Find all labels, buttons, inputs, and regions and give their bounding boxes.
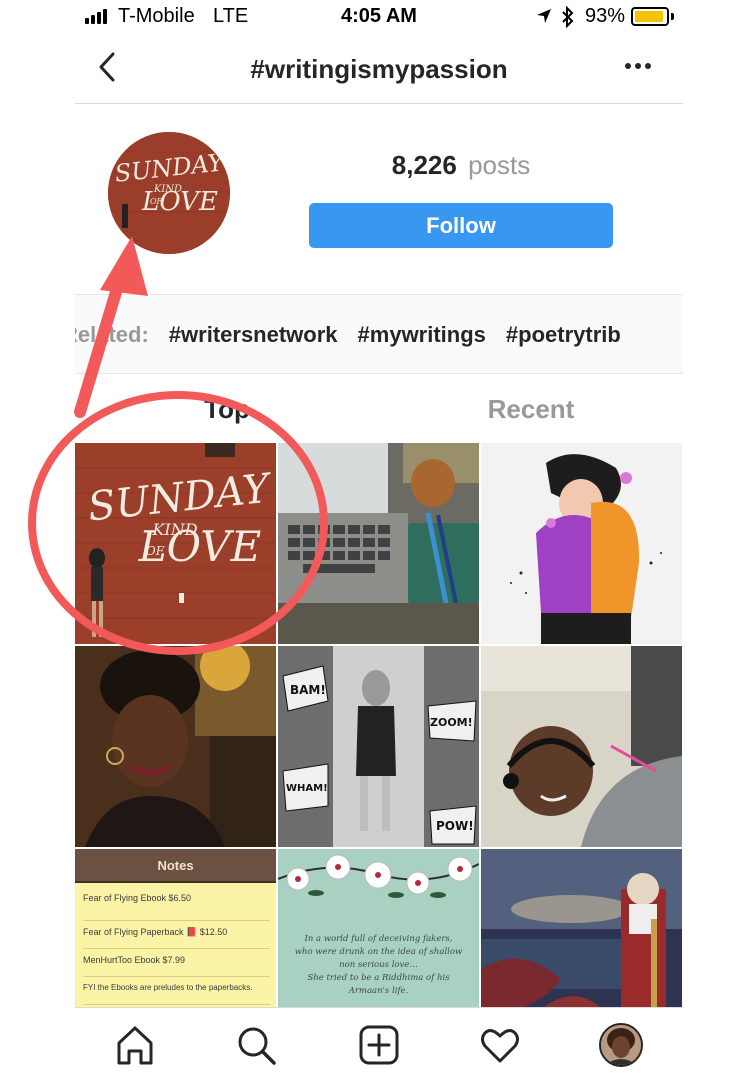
more-options-button[interactable] (623, 56, 653, 76)
related-label: Related: (75, 322, 149, 347)
quote-line-4: She tried to be a Riddhima of his (307, 973, 450, 983)
tab-recent[interactable]: Recent (379, 394, 683, 425)
hashtag-avatar: SUNDAY KIND OF LOVE (108, 132, 230, 254)
add-post-icon[interactable] (357, 1023, 401, 1067)
related-tag-mywritings[interactable]: #mywritings (358, 322, 486, 348)
tab-top[interactable]: Top (75, 394, 379, 425)
instagram-hashtag-screen: T-Mobile LTE 4:05 AM 93% #writingismypas… (75, 0, 683, 1080)
avatar-mural-word-4: LOVE (141, 187, 218, 217)
post-count-number: 8,226 (391, 150, 457, 180)
bottom-tab-bar (75, 1007, 683, 1080)
search-icon[interactable] (234, 1023, 278, 1067)
post-count: 8,226 posts (309, 150, 613, 181)
grid-post-illustration[interactable] (481, 443, 682, 644)
notes-line-3: MenHurtToo Ebook $7.99 (83, 949, 270, 977)
notes-line-2: Fear of Flying Paperback 📕 $12.50 (83, 921, 270, 949)
activity-heart-icon[interactable] (478, 1023, 522, 1067)
navigation-bar: #writingismypassion (75, 34, 683, 104)
grid-post-mural[interactable]: SUNDAY KIND OF LOVE (75, 443, 276, 644)
grid-post-headset[interactable] (481, 646, 682, 847)
location-arrow-icon (537, 9, 551, 23)
follow-button[interactable]: Follow (309, 203, 613, 248)
profile-avatar-icon[interactable] (599, 1023, 643, 1067)
related-tag-poetrytrib[interactable]: #poetrytrib (506, 322, 621, 348)
mural-word-4: LOVE (138, 522, 262, 571)
notes-line-1: Fear of Flying Ebook $6.50 (83, 893, 270, 921)
related-tag-writersnetwork[interactable]: #writersnetwork (169, 322, 338, 348)
page-title: #writingismypassion (250, 54, 508, 84)
battery-percent: 93% (585, 5, 626, 27)
quote-line-5: Armaan's life. (348, 986, 409, 996)
comic-word-bam: BAM! (290, 683, 326, 697)
bluetooth-icon (562, 6, 574, 28)
comic-word-zoom: ZOOM! (430, 716, 473, 729)
battery-tip (671, 13, 674, 20)
quote-line-3: non serious love… (339, 960, 418, 970)
grid-post-comic-mirror[interactable]: BAM! ZOOM! WHAM! POW! (278, 646, 479, 847)
quote-line-1: In a world full of deceiving fakers, (304, 934, 453, 944)
related-hashtags-row: Related: #writersnetwork #mywritings #po… (75, 294, 683, 374)
post-count-label: posts (468, 150, 531, 180)
comic-word-wham: WHAM! (286, 783, 328, 794)
comic-word-pow: POW! (436, 819, 474, 833)
status-bar: T-Mobile LTE 4:05 AM 93% (75, 0, 683, 34)
notes-title: Notes (75, 849, 276, 883)
quote-line-2: who were drunk on the idea of shallow (294, 947, 463, 957)
grid-post-laptop-desk[interactable] (278, 443, 479, 644)
battery-icon (631, 7, 669, 26)
home-icon[interactable] (113, 1023, 157, 1067)
posts-grid: SUNDAY KIND OF LOVE BAM! ZOOM! WHAM! POW… (75, 443, 683, 1050)
notes-line-4: FYI the Ebooks are preludes to the paper… (83, 977, 270, 1005)
post-tabs: Top Recent (75, 376, 683, 442)
grid-post-selfie[interactable] (75, 646, 276, 847)
